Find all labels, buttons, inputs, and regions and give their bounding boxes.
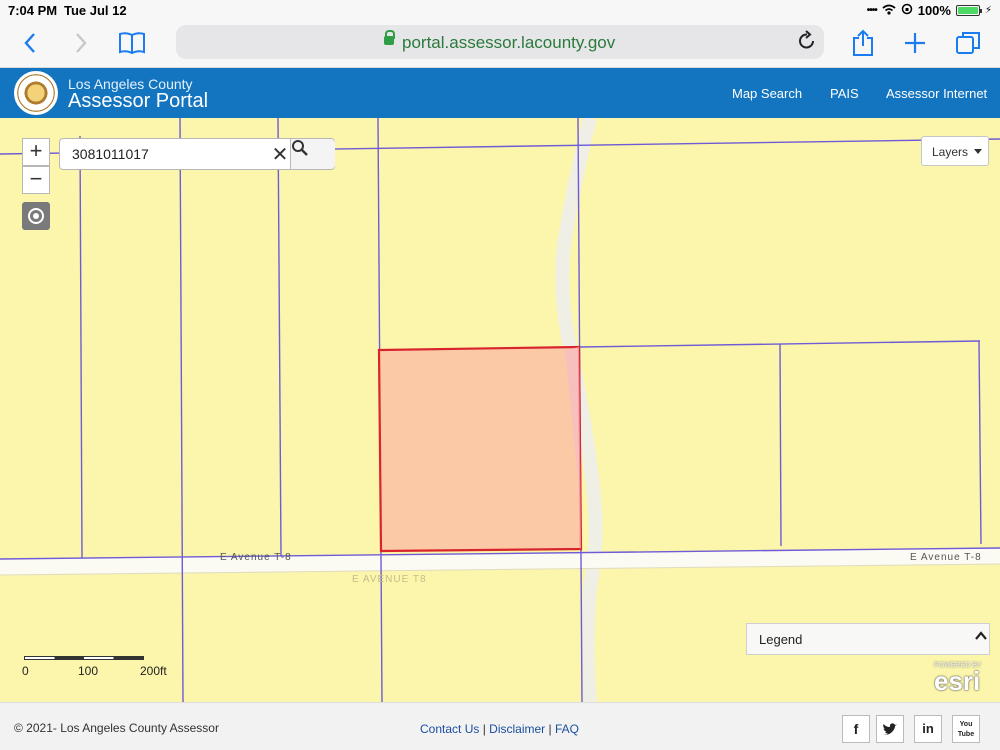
nav-assessor-internet[interactable]: Assessor Internet [886,86,987,101]
locate-icon [28,208,44,224]
street-label: E Avenue T-8 [910,552,982,563]
search-button[interactable] [290,139,335,169]
footer: © 2021- Los Angeles County Assessor Cont… [0,702,1000,750]
esri-wordmark: esri [934,666,981,696]
layers-dropdown[interactable]: Layers [921,136,989,166]
nav-pais[interactable]: PAIS [830,86,859,101]
lock-icon [384,30,395,45]
bookmarks-icon[interactable] [117,28,147,58]
parcel-line [277,118,282,557]
status-right: •••• 100% ⚡ [867,3,992,18]
status-time: 7:04 PM [8,3,58,18]
clear-icon[interactable]: ✕ [268,142,292,166]
parcel-line [779,343,782,547]
search-icon [292,140,308,156]
street-label-faint: E AVENUE T8 [352,574,427,585]
link-separator: | [482,722,486,736]
parcel-line [179,118,184,702]
address-bar[interactable]: portal.assessor.lacounty.gov [176,25,824,59]
map-canvas[interactable] [0,118,1000,702]
caret-down-icon [974,149,983,154]
esri-logo: POWERED BY esri [934,662,994,696]
orientation-lock-icon [901,3,913,18]
battery-percent: 100% [917,3,951,18]
back-icon[interactable] [15,28,45,58]
parcel-line [79,135,83,559]
share-icon[interactable] [848,28,878,58]
street-label: E Avenue T-8 [220,552,292,563]
selected-parcel [377,345,583,553]
portal-title[interactable]: Assessor Portal [68,90,208,113]
parcel-line [978,340,982,545]
scale-bar-graphic [24,656,144,660]
facebook-icon[interactable]: f [842,715,870,743]
scale-label: 0 [22,664,29,678]
reload-icon[interactable] [798,30,816,56]
scale-label: 100 [78,664,99,678]
faq-link[interactable]: FAQ [555,722,579,736]
legend-panel[interactable]: Legend [746,623,990,655]
charging-icon: ⚡ [984,5,992,16]
link-separator: | [548,722,552,736]
disclaimer-link[interactable]: Disclaimer [489,722,545,736]
battery-icon [955,5,982,16]
ios-status-bar: 7:04 PM Tue Jul 12 •••• 100% ⚡ [0,0,1000,22]
locate-button[interactable] [22,202,50,230]
copyright-text: © 2021- Los Angeles County Assessor [14,721,219,735]
browser-toolbar: portal.assessor.lacounty.gov [0,22,1000,68]
zoom-out-button[interactable]: − [22,166,50,194]
scale-label: 200ft [140,664,167,678]
county-seal-logo[interactable] [14,71,58,115]
contact-us-link[interactable]: Contact Us [420,722,479,736]
layers-label: Layers [932,145,969,159]
new-tab-icon[interactable] [900,28,930,58]
portal-header: Los Angeles County Assessor Portal Map S… [0,68,1000,118]
street-band [0,548,1000,575]
nav-map-search[interactable]: Map Search [732,86,802,101]
parcel-search: ✕ [59,138,335,170]
status-date: Tue Jul 12 [64,3,127,18]
footer-links: Contact Us | Disclaimer | FAQ [420,722,579,736]
forward-icon[interactable] [66,28,96,58]
signal-icon: •••• [866,5,878,16]
wifi-icon [882,3,896,18]
youtube-icon[interactable]: You Tube [952,715,980,743]
parcel-map[interactable]: + − ✕ Layers E Avenue T-8 E Avenue T-8 E… [0,118,1000,702]
zoom-in-button[interactable]: + [22,138,50,166]
linkedin-icon[interactable]: in [914,715,942,743]
twitter-icon[interactable] [876,715,904,743]
tabs-icon[interactable] [953,28,983,58]
url-text: portal.assessor.lacounty.gov [402,33,616,52]
legend-label: Legend [759,632,803,647]
parcel-search-input[interactable] [60,139,290,169]
